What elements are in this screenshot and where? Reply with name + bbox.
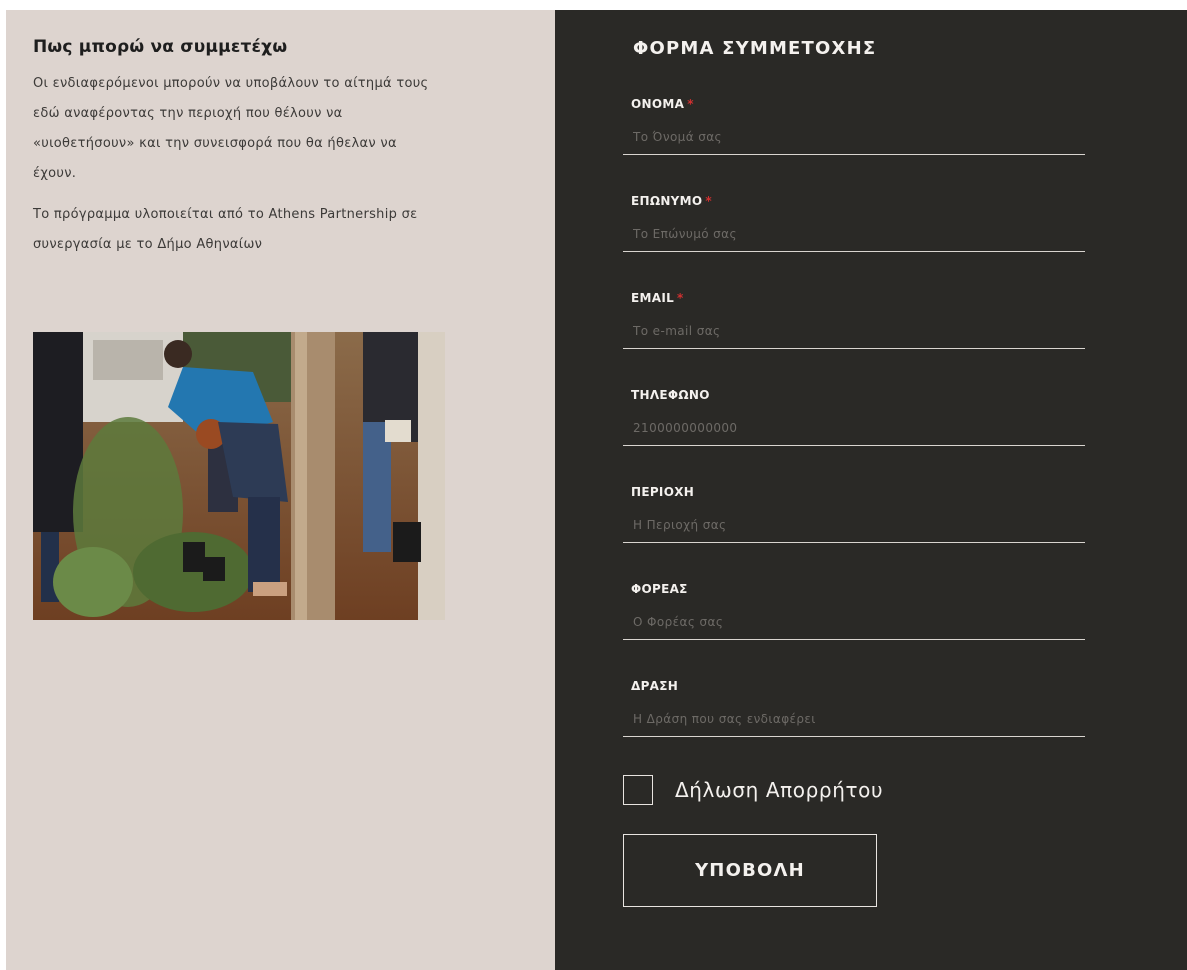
organization-label: ΦΟΡΕΑΣ bbox=[631, 582, 688, 596]
area-field: ΠΕΡΙΟΧΗ bbox=[623, 485, 1085, 555]
surname-field: ΕΠΩΝΥΜΟ * bbox=[623, 194, 1085, 264]
email-field: EMAIL * bbox=[623, 291, 1085, 361]
phone-field: ΤΗΛΕΦΩΝΟ bbox=[623, 388, 1085, 458]
required-mark: * bbox=[687, 97, 694, 111]
form-panel: ΦΟΡΜΑ ΣΥΜΜΕΤΟΧΗΣ ΟΝΟΜΑ* ΕΠΩΝΥΜΟ* EMAIL* … bbox=[555, 10, 1187, 970]
photo-illustration bbox=[33, 332, 445, 620]
form-title: ΦΟΡΜΑ ΣΥΜΜΕΤΟΧΗΣ bbox=[633, 38, 877, 59]
info-paragraph-2: Το πρόγραμμα υλοποιείται από το Athens P… bbox=[33, 207, 418, 252]
info-title: Πως μπορώ να συμμετέχω bbox=[33, 37, 288, 57]
info-paragraph-1: Οι ενδιαφερόμενοι μπορούν να υποβάλουν τ… bbox=[33, 76, 429, 181]
action-label: ΔΡΑΣΗ bbox=[631, 679, 679, 693]
area-input[interactable] bbox=[623, 513, 1085, 543]
privacy-checkbox[interactable] bbox=[623, 775, 653, 805]
privacy-consent: Δήλωση Απορρήτου bbox=[623, 775, 883, 805]
action-field: ΔΡΑΣΗ bbox=[623, 679, 1085, 749]
action-input[interactable] bbox=[623, 707, 1085, 737]
required-mark: * bbox=[705, 194, 712, 208]
organization-field: ΦΟΡΕΑΣ bbox=[623, 582, 1085, 652]
email-label: EMAIL * bbox=[631, 291, 684, 305]
phone-label: ΤΗΛΕΦΩΝΟ bbox=[631, 388, 710, 402]
name-label: ΟΝΟΜΑ * bbox=[631, 97, 694, 111]
name-field: ΟΝΟΜΑ * bbox=[623, 97, 1085, 167]
organization-input[interactable] bbox=[623, 610, 1085, 640]
name-input[interactable] bbox=[623, 125, 1085, 155]
required-mark: * bbox=[677, 291, 684, 305]
info-panel: Πως μπορώ να συμμετέχω Οι ενδιαφερόμενοι… bbox=[6, 10, 555, 970]
area-label: ΠΕΡΙΟΧΗ bbox=[631, 485, 695, 499]
surname-label: ΕΠΩΝΥΜΟ * bbox=[631, 194, 712, 208]
submit-button[interactable]: ΥΠΟΒΟΛΗ bbox=[623, 834, 877, 907]
privacy-label[interactable]: Δήλωση Απορρήτου bbox=[675, 778, 883, 802]
volunteers-planting-photo bbox=[33, 332, 445, 620]
phone-input[interactable] bbox=[623, 416, 1085, 446]
email-input[interactable] bbox=[623, 319, 1085, 349]
surname-input[interactable] bbox=[623, 222, 1085, 252]
